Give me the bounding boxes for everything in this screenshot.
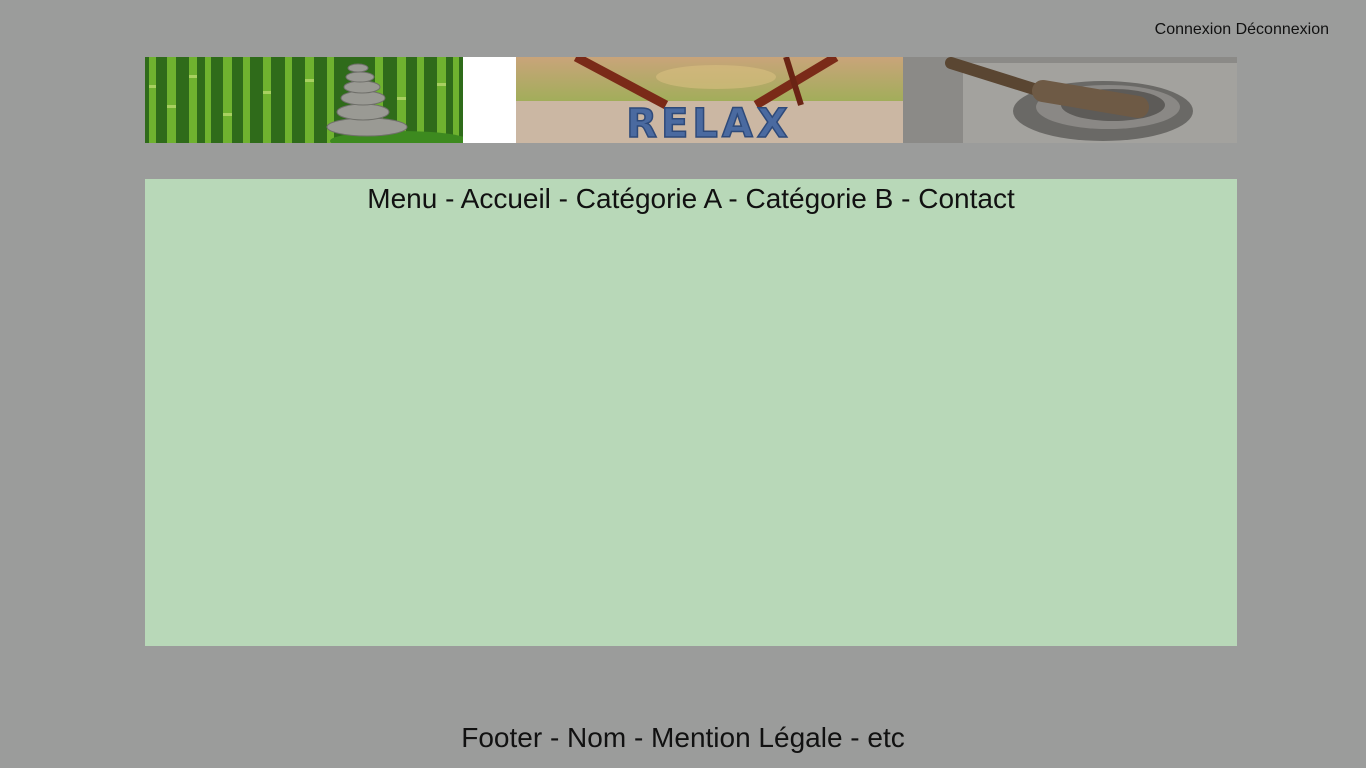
nav-item-contact[interactable]: Contact <box>918 183 1015 214</box>
header-banner: RELAX <box>145 57 1237 143</box>
nav-menu-label: Menu <box>367 183 438 214</box>
nav-separator: - <box>720 183 746 214</box>
bamboo-stones-image <box>145 57 463 143</box>
nav-separator: - <box>550 183 576 214</box>
main-nav: Menu - Accueil - Catégorie A - Catégorie… <box>145 183 1237 215</box>
banner-spacer <box>463 57 516 143</box>
nav-separator: - <box>437 183 461 214</box>
relax-image: RELAX <box>516 57 903 143</box>
content-area: Menu - Accueil - Catégorie A - Catégorie… <box>145 179 1237 646</box>
footer: Footer - Nom - Mention Légale - etc <box>461 722 905 753</box>
logout-link[interactable]: Déconnexion <box>1236 21 1329 38</box>
auth-links: Connexion Déconnexion <box>1155 21 1329 39</box>
nav-separator: - <box>893 183 919 214</box>
relax-text: RELAX <box>626 101 791 143</box>
nav-item-accueil[interactable]: Accueil <box>461 183 551 214</box>
login-link[interactable]: Connexion <box>1155 21 1232 38</box>
nav-item-categorie-a[interactable]: Catégorie A <box>576 183 721 214</box>
mortar-pestle-image <box>903 57 1237 143</box>
nav-item-categorie-b[interactable]: Catégorie B <box>745 183 893 214</box>
